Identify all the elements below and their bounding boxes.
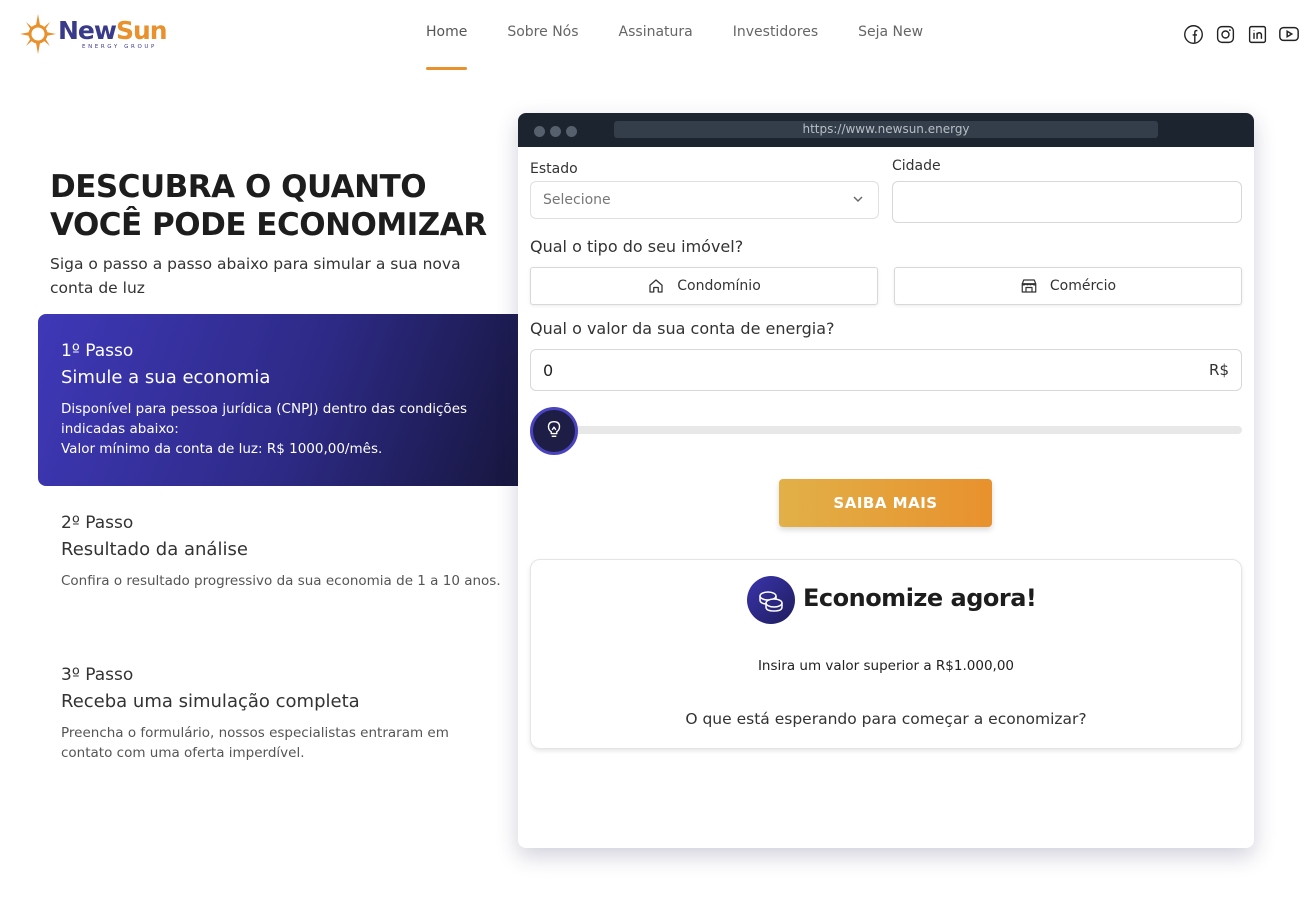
sun-logo-icon (20, 10, 56, 58)
step-description: Preencha o formulário, nossos especialis… (61, 725, 449, 761)
step-title: Simule a sua economia (61, 367, 271, 388)
estado-select[interactable]: Selecione (530, 181, 879, 219)
condominio-label: Condomínio (677, 278, 761, 294)
step-number: 1º Passo (61, 341, 134, 361)
valor-conta-label: Qual o valor da sua conta de energia? (530, 319, 835, 338)
address-bar: https://www.newsun.energy (614, 121, 1158, 138)
step-number: 3º Passo (61, 665, 134, 685)
window-dot-icon (534, 126, 545, 137)
nav-assinatura[interactable]: Assinatura (619, 24, 693, 70)
chevron-down-icon (852, 193, 864, 209)
nav-sobre-nos[interactable]: Sobre Nós (507, 24, 578, 70)
step-1[interactable]: 1º Passo Simule a sua economia Disponíve… (38, 314, 518, 486)
page-subtitle: Siga o passo a passo abaixo para simular… (50, 255, 461, 297)
brand-tagline: ENERGY GROUP (82, 44, 157, 50)
nav-home[interactable]: Home (426, 24, 468, 70)
step-number: 2º Passo (61, 513, 134, 533)
valor-slider-track[interactable] (554, 426, 1242, 434)
site-header: NewSun ENERGY GROUP Home Sobre Nós Assin… (0, 0, 1311, 72)
estado-label: Estado (530, 161, 578, 177)
estado-select-value: Selecione (543, 192, 611, 208)
step-title: Resultado da análise (61, 539, 248, 560)
nav-seja-new[interactable]: Seja New (858, 24, 923, 70)
cidade-input[interactable] (892, 181, 1242, 223)
currency-suffix: R$ (1209, 361, 1229, 379)
cidade-label: Cidade (892, 158, 941, 174)
social-links (1182, 23, 1310, 45)
valor-slider-handle[interactable] (530, 407, 578, 455)
facebook-icon[interactable] (1182, 23, 1204, 45)
result-title: Economize agora! (803, 584, 1037, 612)
youtube-icon[interactable] (1278, 23, 1300, 45)
step-title: Receba uma simulação completa (61, 691, 360, 712)
comercio-label: Comércio (1049, 278, 1117, 294)
browser-toolbar: https://www.newsun.energy (518, 113, 1254, 147)
brand-name-new: New (58, 16, 117, 45)
brand-name-sun: Sun (115, 16, 168, 45)
condominio-button[interactable]: Condomínio (530, 267, 878, 305)
valor-conta-value: 0 (543, 361, 554, 380)
comercio-button[interactable]: Comércio (894, 267, 1242, 305)
tipo-imovel-label: Qual o tipo do seu imóvel? (530, 237, 744, 256)
window-dot-icon (566, 126, 577, 137)
valor-conta-input[interactable]: 0 R$ (530, 349, 1242, 391)
window-dot-icon (550, 126, 561, 137)
result-note: Insira um valor superior a R$1.000,00 (757, 658, 1015, 674)
main-nav: Home Sobre Nós Assinatura Investidores S… (426, 24, 963, 70)
lightbulb-icon (543, 418, 565, 444)
instagram-icon[interactable] (1214, 23, 1236, 45)
simulator-browser-mockup: https://www.newsun.energy Estado Selecio… (518, 113, 1254, 848)
result-card: Economize agora! Insira um valor superio… (530, 559, 1242, 749)
page-title: DESCUBRA O QUANTO VOCÊ PODE ECONOMIZAR (50, 169, 487, 243)
home-icon (647, 277, 665, 295)
store-icon (1020, 277, 1038, 295)
step-3[interactable]: 3º Passo Receba uma simulação completa P… (38, 640, 518, 787)
coins-icon (747, 576, 795, 624)
saiba-mais-button[interactable]: SAIBA MAIS (779, 479, 992, 527)
step-description: Confira o resultado progressivo da sua e… (61, 573, 501, 589)
newsun-logo[interactable]: NewSun ENERGY GROUP (20, 10, 168, 58)
linkedin-icon[interactable] (1246, 23, 1268, 45)
result-question: O que está esperando para começar a econ… (685, 710, 1087, 728)
step-description: Disponível para pessoa jurídica (CNPJ) d… (61, 401, 468, 457)
nav-investidores[interactable]: Investidores (733, 24, 818, 70)
step-2[interactable]: 2º Passo Resultado da análise Confira o … (38, 488, 518, 615)
